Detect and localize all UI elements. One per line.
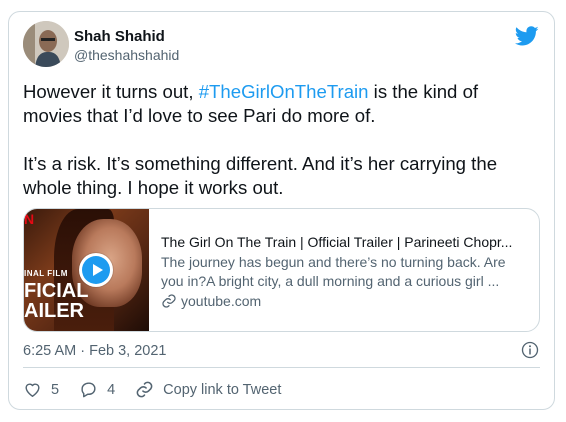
link-icon xyxy=(136,381,153,398)
video-thumbnail[interactable]: N INAL FILM FICIAL AILER xyxy=(24,209,149,331)
hashtag-link[interactable]: #TheGirlOnTheTrain xyxy=(199,81,369,102)
copy-link-label: Copy link to Tweet xyxy=(163,381,282,398)
avatar[interactable] xyxy=(23,21,69,67)
tweet-paragraph-2: It’s a risk. It’s something different. A… xyxy=(23,153,498,198)
link-card-description-line-1: The journey has begun and there’s no tur… xyxy=(161,254,506,270)
reply-button[interactable]: 4 xyxy=(79,380,115,399)
twitter-bird-icon[interactable] xyxy=(515,24,539,48)
author-name[interactable]: Shah Shahid xyxy=(74,28,165,45)
thumbnail-trailer-text: AILER xyxy=(24,300,84,322)
link-card-domain: youtube.com xyxy=(161,293,261,309)
like-count: 5 xyxy=(51,381,60,398)
divider xyxy=(23,367,540,368)
tweet-card: Shah Shahid @theshahshahid However it tu… xyxy=(8,11,555,410)
like-button[interactable]: 5 xyxy=(23,380,59,399)
reply-bubble-icon xyxy=(81,382,96,398)
thumbnail-original-film-text: INAL FILM xyxy=(24,269,68,278)
play-button-icon[interactable] xyxy=(79,253,113,287)
tweet-text: However it turns out, #TheGirlOnTheTrain… xyxy=(23,80,533,200)
tweet-paragraph-1: However it turns out, #TheGirlOnTheTrain… xyxy=(23,80,533,128)
tweet-text-before-hashtag: However it turns out, xyxy=(23,81,199,102)
copy-link-button[interactable]: Copy link to Tweet xyxy=(135,380,281,399)
link-card-description: The journey has begun and there’s no tur… xyxy=(161,253,533,291)
link-card-domain-text: youtube.com xyxy=(181,293,262,309)
heart-icon xyxy=(25,383,40,397)
tweet-timestamp[interactable]: 6:25 AM · Feb 3, 2021 xyxy=(23,343,166,359)
tweet-actions: 5 4 Copy link to Tweet xyxy=(23,380,301,399)
link-icon xyxy=(162,294,176,308)
reply-count: 4 xyxy=(107,381,116,398)
avatar-image xyxy=(23,21,69,67)
link-preview-card[interactable]: N INAL FILM FICIAL AILER The Girl On The… xyxy=(23,208,540,332)
author-handle[interactable]: @theshahshahid xyxy=(74,47,179,63)
info-icon[interactable] xyxy=(521,341,539,359)
link-card-description-line-2: you in?A bright city, a dull morning and… xyxy=(161,273,500,289)
netflix-logo: N xyxy=(24,211,35,227)
thumbnail-official-text: FICIAL xyxy=(24,280,89,302)
link-card-title: The Girl On The Train | Official Trailer… xyxy=(161,234,513,250)
